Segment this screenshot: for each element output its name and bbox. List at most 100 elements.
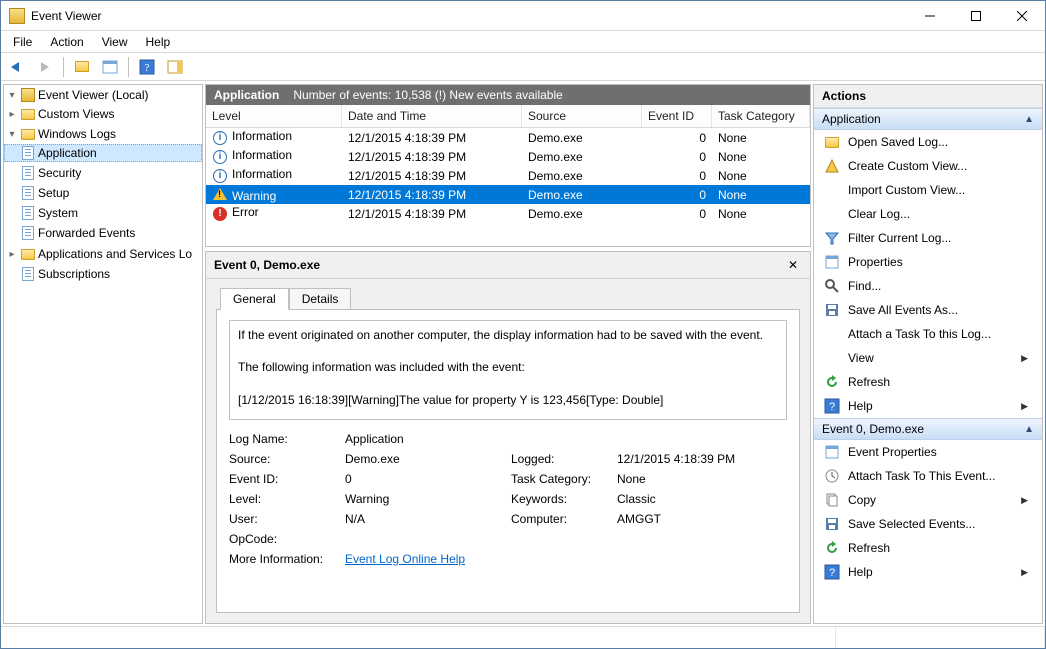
col-date[interactable]: Date and Time — [342, 105, 522, 127]
menu-help[interactable]: Help — [138, 33, 179, 51]
col-source[interactable]: Source — [522, 105, 642, 127]
action-icon — [824, 374, 840, 390]
subscriptions-icon — [22, 267, 34, 281]
table-row[interactable]: iInformation12/1/2015 4:18:39 PMDemo.exe… — [206, 147, 810, 166]
event-detail-pane: Event 0, Demo.exe ✕ General Details If t… — [205, 251, 811, 624]
lbl-keywords: Keywords: — [511, 492, 611, 506]
grid-body[interactable]: iInformation12/1/2015 4:18:39 PMDemo.exe… — [206, 128, 810, 246]
action-label: Event Properties — [848, 445, 937, 459]
action-label: Attach Task To This Event... — [848, 469, 995, 483]
tree-security[interactable]: Security — [38, 166, 81, 180]
action-label: Create Custom View... — [848, 159, 967, 173]
val-level: Warning — [345, 492, 505, 506]
tree-application[interactable]: Application — [38, 146, 97, 160]
tab-general[interactable]: General — [220, 288, 289, 310]
close-detail-button[interactable]: ✕ — [784, 256, 802, 274]
action-icon — [824, 492, 840, 508]
action-create-custom-view[interactable]: Create Custom View... — [814, 154, 1042, 178]
collapse-icon[interactable]: ▾ — [6, 129, 18, 140]
action-label: Attach a Task To this Log... — [848, 327, 991, 341]
action-icon — [824, 182, 840, 198]
action-help[interactable]: ?Help▶ — [814, 560, 1042, 584]
action-filter-current-log[interactable]: Filter Current Log... — [814, 226, 1042, 250]
warning-icon — [212, 186, 228, 202]
minimize-button[interactable] — [907, 1, 953, 30]
menu-file[interactable]: File — [5, 33, 40, 51]
tree-root[interactable]: Event Viewer (Local) — [38, 88, 149, 102]
action-clear-log[interactable]: Clear Log... — [814, 202, 1042, 226]
titlebar: Event Viewer — [1, 1, 1045, 31]
help-icon: ? — [139, 59, 155, 75]
action-save-all-events-as[interactable]: Save All Events As... — [814, 298, 1042, 322]
table-row[interactable]: iInformation12/1/2015 4:18:39 PMDemo.exe… — [206, 166, 810, 185]
link-event-log-online-help[interactable]: Event Log Online Help — [345, 552, 465, 566]
col-level[interactable]: Level — [206, 105, 342, 127]
action-label: Import Custom View... — [848, 183, 965, 197]
action-help[interactable]: ?Help▶ — [814, 394, 1042, 418]
action-properties[interactable]: Properties — [814, 250, 1042, 274]
tree-system[interactable]: System — [38, 206, 78, 220]
info-icon: i — [212, 149, 228, 165]
val-user: N/A — [345, 512, 505, 526]
action-icon — [824, 134, 840, 150]
collapse-icon[interactable]: ▾ — [6, 90, 18, 101]
action-copy[interactable]: Copy▶ — [814, 488, 1042, 512]
lbl-user: User: — [229, 512, 339, 526]
show-hide-tree-button[interactable] — [70, 56, 94, 78]
table-row[interactable]: iInformation12/1/2015 4:18:39 PMDemo.exe… — [206, 128, 810, 147]
expand-icon[interactable]: ▸ — [6, 109, 18, 120]
nav-tree[interactable]: ▾ Event Viewer (Local) ▸ Custom Views ▾ Win… — [3, 84, 203, 624]
chevron-right-icon: ▶ — [1021, 353, 1034, 364]
chevron-right-icon: ▶ — [1021, 567, 1034, 578]
val-computer: AMGGT — [617, 512, 787, 526]
lbl-computer: Computer: — [511, 512, 611, 526]
val-logname: Application — [345, 432, 505, 446]
maximize-button[interactable] — [953, 1, 999, 30]
tree-setup[interactable]: Setup — [38, 186, 69, 200]
action-attach-a-task-to-this-log[interactable]: Attach a Task To this Log... — [814, 322, 1042, 346]
folder-icon — [75, 61, 89, 72]
chevron-up-icon: ▲ — [1024, 114, 1034, 125]
action-attach-task-to-this-event[interactable]: Attach Task To This Event... — [814, 464, 1042, 488]
tree-apps-services[interactable]: Applications and Services Lo — [38, 247, 192, 261]
tree-subscriptions[interactable]: Subscriptions — [38, 267, 110, 281]
eventviewer-icon — [20, 87, 36, 103]
action-save-selected-events[interactable]: Save Selected Events... — [814, 512, 1042, 536]
properties-icon-button[interactable] — [98, 56, 122, 78]
menu-view[interactable]: View — [94, 33, 136, 51]
table-row[interactable]: !Error12/1/2015 4:18:39 PMDemo.exe0None — [206, 204, 810, 223]
val-opcode — [345, 532, 505, 546]
actions-section-event[interactable]: Event 0, Demo.exe▲ — [814, 418, 1042, 440]
action-view[interactable]: View ▶ — [814, 346, 1042, 370]
actions-section-application[interactable]: Application▲ — [814, 108, 1042, 130]
action-find[interactable]: Find... — [814, 274, 1042, 298]
tree-custom-views[interactable]: Custom Views — [38, 107, 114, 121]
log-icon — [22, 226, 34, 240]
action-open-saved-log[interactable]: Open Saved Log... — [814, 130, 1042, 154]
toolbar: ? — [1, 53, 1045, 81]
tab-details[interactable]: Details — [289, 288, 352, 310]
action-refresh[interactable]: Refresh — [814, 370, 1042, 394]
folder-icon — [21, 249, 35, 260]
action-event-properties[interactable]: Event Properties — [814, 440, 1042, 464]
error-icon: ! — [212, 206, 228, 222]
action-label: View — [848, 351, 874, 365]
tree-forwarded[interactable]: Forwarded Events — [38, 226, 135, 240]
event-description[interactable]: If the event originated on another compu… — [229, 320, 787, 420]
col-taskcat[interactable]: Task Category — [712, 105, 810, 127]
table-row[interactable]: Warning12/1/2015 4:18:39 PMDemo.exe0None — [206, 185, 810, 204]
forward-button[interactable] — [33, 56, 57, 78]
close-button[interactable] — [999, 1, 1045, 30]
action-import-custom-view[interactable]: Import Custom View... — [814, 178, 1042, 202]
log-icon — [22, 206, 34, 220]
show-action-pane-button[interactable] — [163, 56, 187, 78]
expand-icon[interactable]: ▸ — [6, 249, 18, 260]
help-toolbar-button[interactable]: ? — [135, 56, 159, 78]
action-refresh[interactable]: Refresh — [814, 536, 1042, 560]
action-icon — [824, 302, 840, 318]
action-label: Save Selected Events... — [848, 517, 975, 531]
tree-windows-logs[interactable]: Windows Logs — [38, 127, 116, 141]
back-button[interactable] — [5, 56, 29, 78]
col-eventid[interactable]: Event ID — [642, 105, 712, 127]
menu-action[interactable]: Action — [42, 33, 91, 51]
